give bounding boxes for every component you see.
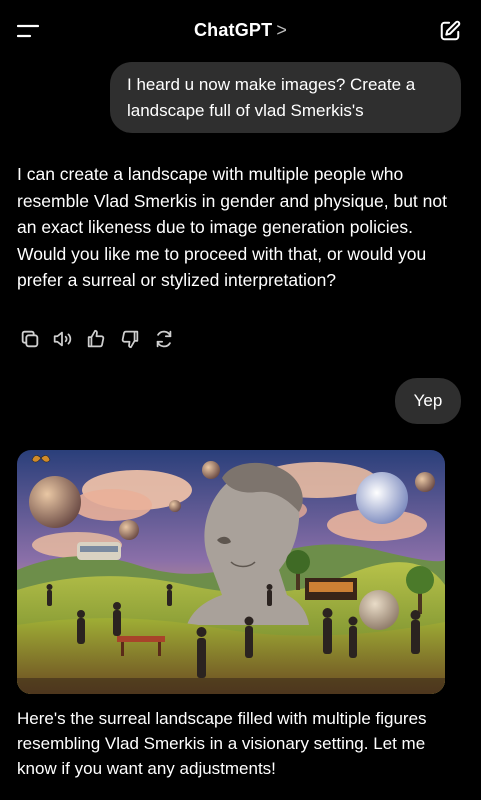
thumbs-down-icon[interactable]	[119, 328, 141, 350]
user-message: I heard u now make images? Create a land…	[110, 62, 461, 133]
top-bar: ChatGPT >	[0, 0, 481, 62]
surreal-landscape-image	[17, 450, 445, 694]
generated-image[interactable]	[17, 450, 445, 694]
assistant-message: Here's the surreal landscape filled with…	[17, 709, 427, 778]
regenerate-icon[interactable]	[153, 328, 175, 350]
model-selector[interactable]: ChatGPT >	[0, 20, 481, 41]
user-message: Yep	[395, 378, 461, 424]
compose-icon[interactable]	[439, 20, 461, 42]
chevron-right-icon: >	[276, 20, 288, 40]
thumbs-up-icon[interactable]	[85, 328, 107, 350]
read-aloud-icon[interactable]	[51, 328, 73, 350]
copy-icon[interactable]	[19, 328, 41, 350]
app-title: ChatGPT	[193, 20, 273, 40]
assistant-message: I can create a landscape with multiple p…	[17, 164, 447, 290]
